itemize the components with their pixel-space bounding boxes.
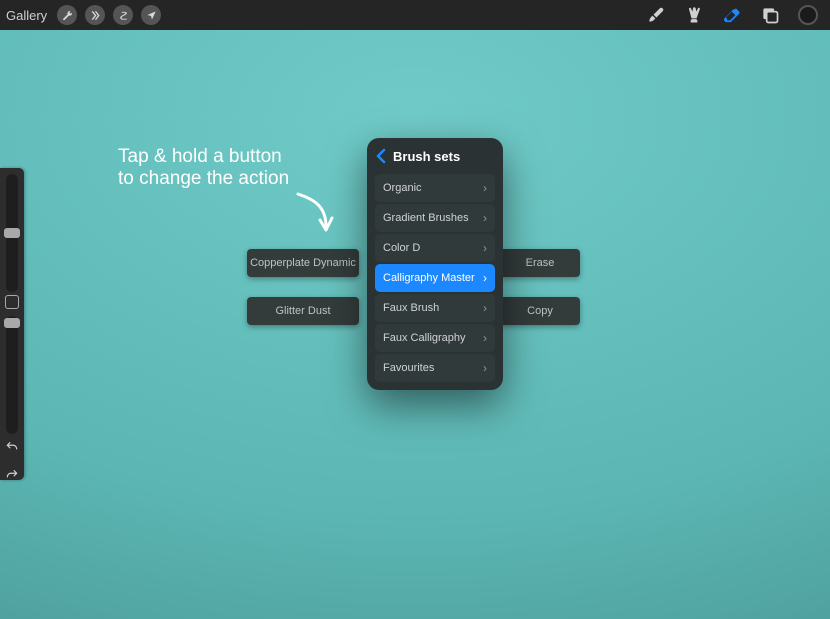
chevron-right-icon: › (483, 181, 487, 195)
eraser-icon[interactable] (722, 5, 742, 25)
brush-set-item[interactable]: Color D › (375, 234, 495, 262)
brush-set-item-label: Favourites (383, 362, 434, 374)
help-annotation-line2: to change the action (118, 168, 289, 190)
brush-set-item[interactable]: Calligraphy Master › (375, 264, 495, 292)
help-annotation: Tap & hold a button to change the action (118, 146, 289, 190)
adjustments-icon[interactable] (85, 5, 105, 25)
brush-set-item-label: Calligraphy Master (383, 272, 475, 284)
layers-icon[interactable] (760, 5, 780, 25)
brush-set-item-label: Faux Calligraphy (383, 332, 466, 344)
help-annotation-line1: Tap & hold a button (118, 146, 289, 168)
chevron-right-icon: › (483, 331, 487, 345)
brush-set-item[interactable]: Favourites › (375, 354, 495, 382)
top-toolbar: Gallery (0, 0, 830, 30)
selection-icon[interactable] (113, 5, 133, 25)
smudge-icon[interactable] (684, 5, 704, 25)
chevron-right-icon: › (483, 271, 487, 285)
brush-size-thumb[interactable] (4, 228, 20, 238)
quick-button-3[interactable]: Erase (500, 249, 580, 277)
undo-icon[interactable] (5, 440, 19, 454)
chevron-right-icon: › (483, 301, 487, 315)
brush-sets-popover: Brush sets Organic›Gradient Brushes›Colo… (367, 138, 503, 390)
transform-icon[interactable] (141, 5, 161, 25)
brush-opacity-thumb[interactable] (4, 318, 20, 328)
gallery-button[interactable]: Gallery (0, 8, 51, 23)
wrench-icon[interactable] (57, 5, 77, 25)
brush-opacity-slider[interactable] (6, 316, 18, 434)
brush-set-item-label: Color D (383, 242, 420, 254)
popover-back-button[interactable] (373, 148, 389, 164)
popover-title: Brush sets (393, 149, 460, 164)
brush-set-item-label: Organic (383, 182, 422, 194)
chevron-right-icon: › (483, 241, 487, 255)
color-picker-icon[interactable] (798, 5, 818, 25)
quick-button-2[interactable]: Glitter Dust (247, 297, 359, 325)
quick-button-4[interactable]: Copy (500, 297, 580, 325)
quick-button-1[interactable]: Copperplate Dynamic (247, 249, 359, 277)
brush-set-item[interactable]: Faux Calligraphy › (375, 324, 495, 352)
brush-set-item[interactable]: Faux Brush › (375, 294, 495, 322)
chevron-right-icon: › (483, 361, 487, 375)
side-panel (0, 168, 24, 480)
redo-icon[interactable] (5, 468, 19, 482)
brush-set-item-label: Gradient Brushes (383, 212, 469, 224)
annotation-arrow-icon (290, 190, 340, 240)
modify-square-icon[interactable] (5, 295, 19, 309)
brush-set-item[interactable]: Gradient Brushes › (375, 204, 495, 232)
chevron-right-icon: › (483, 211, 487, 225)
brush-icon[interactable] (646, 5, 666, 25)
brush-set-item-label: Faux Brush (383, 302, 439, 314)
brush-set-item[interactable]: Organic › (375, 174, 495, 202)
